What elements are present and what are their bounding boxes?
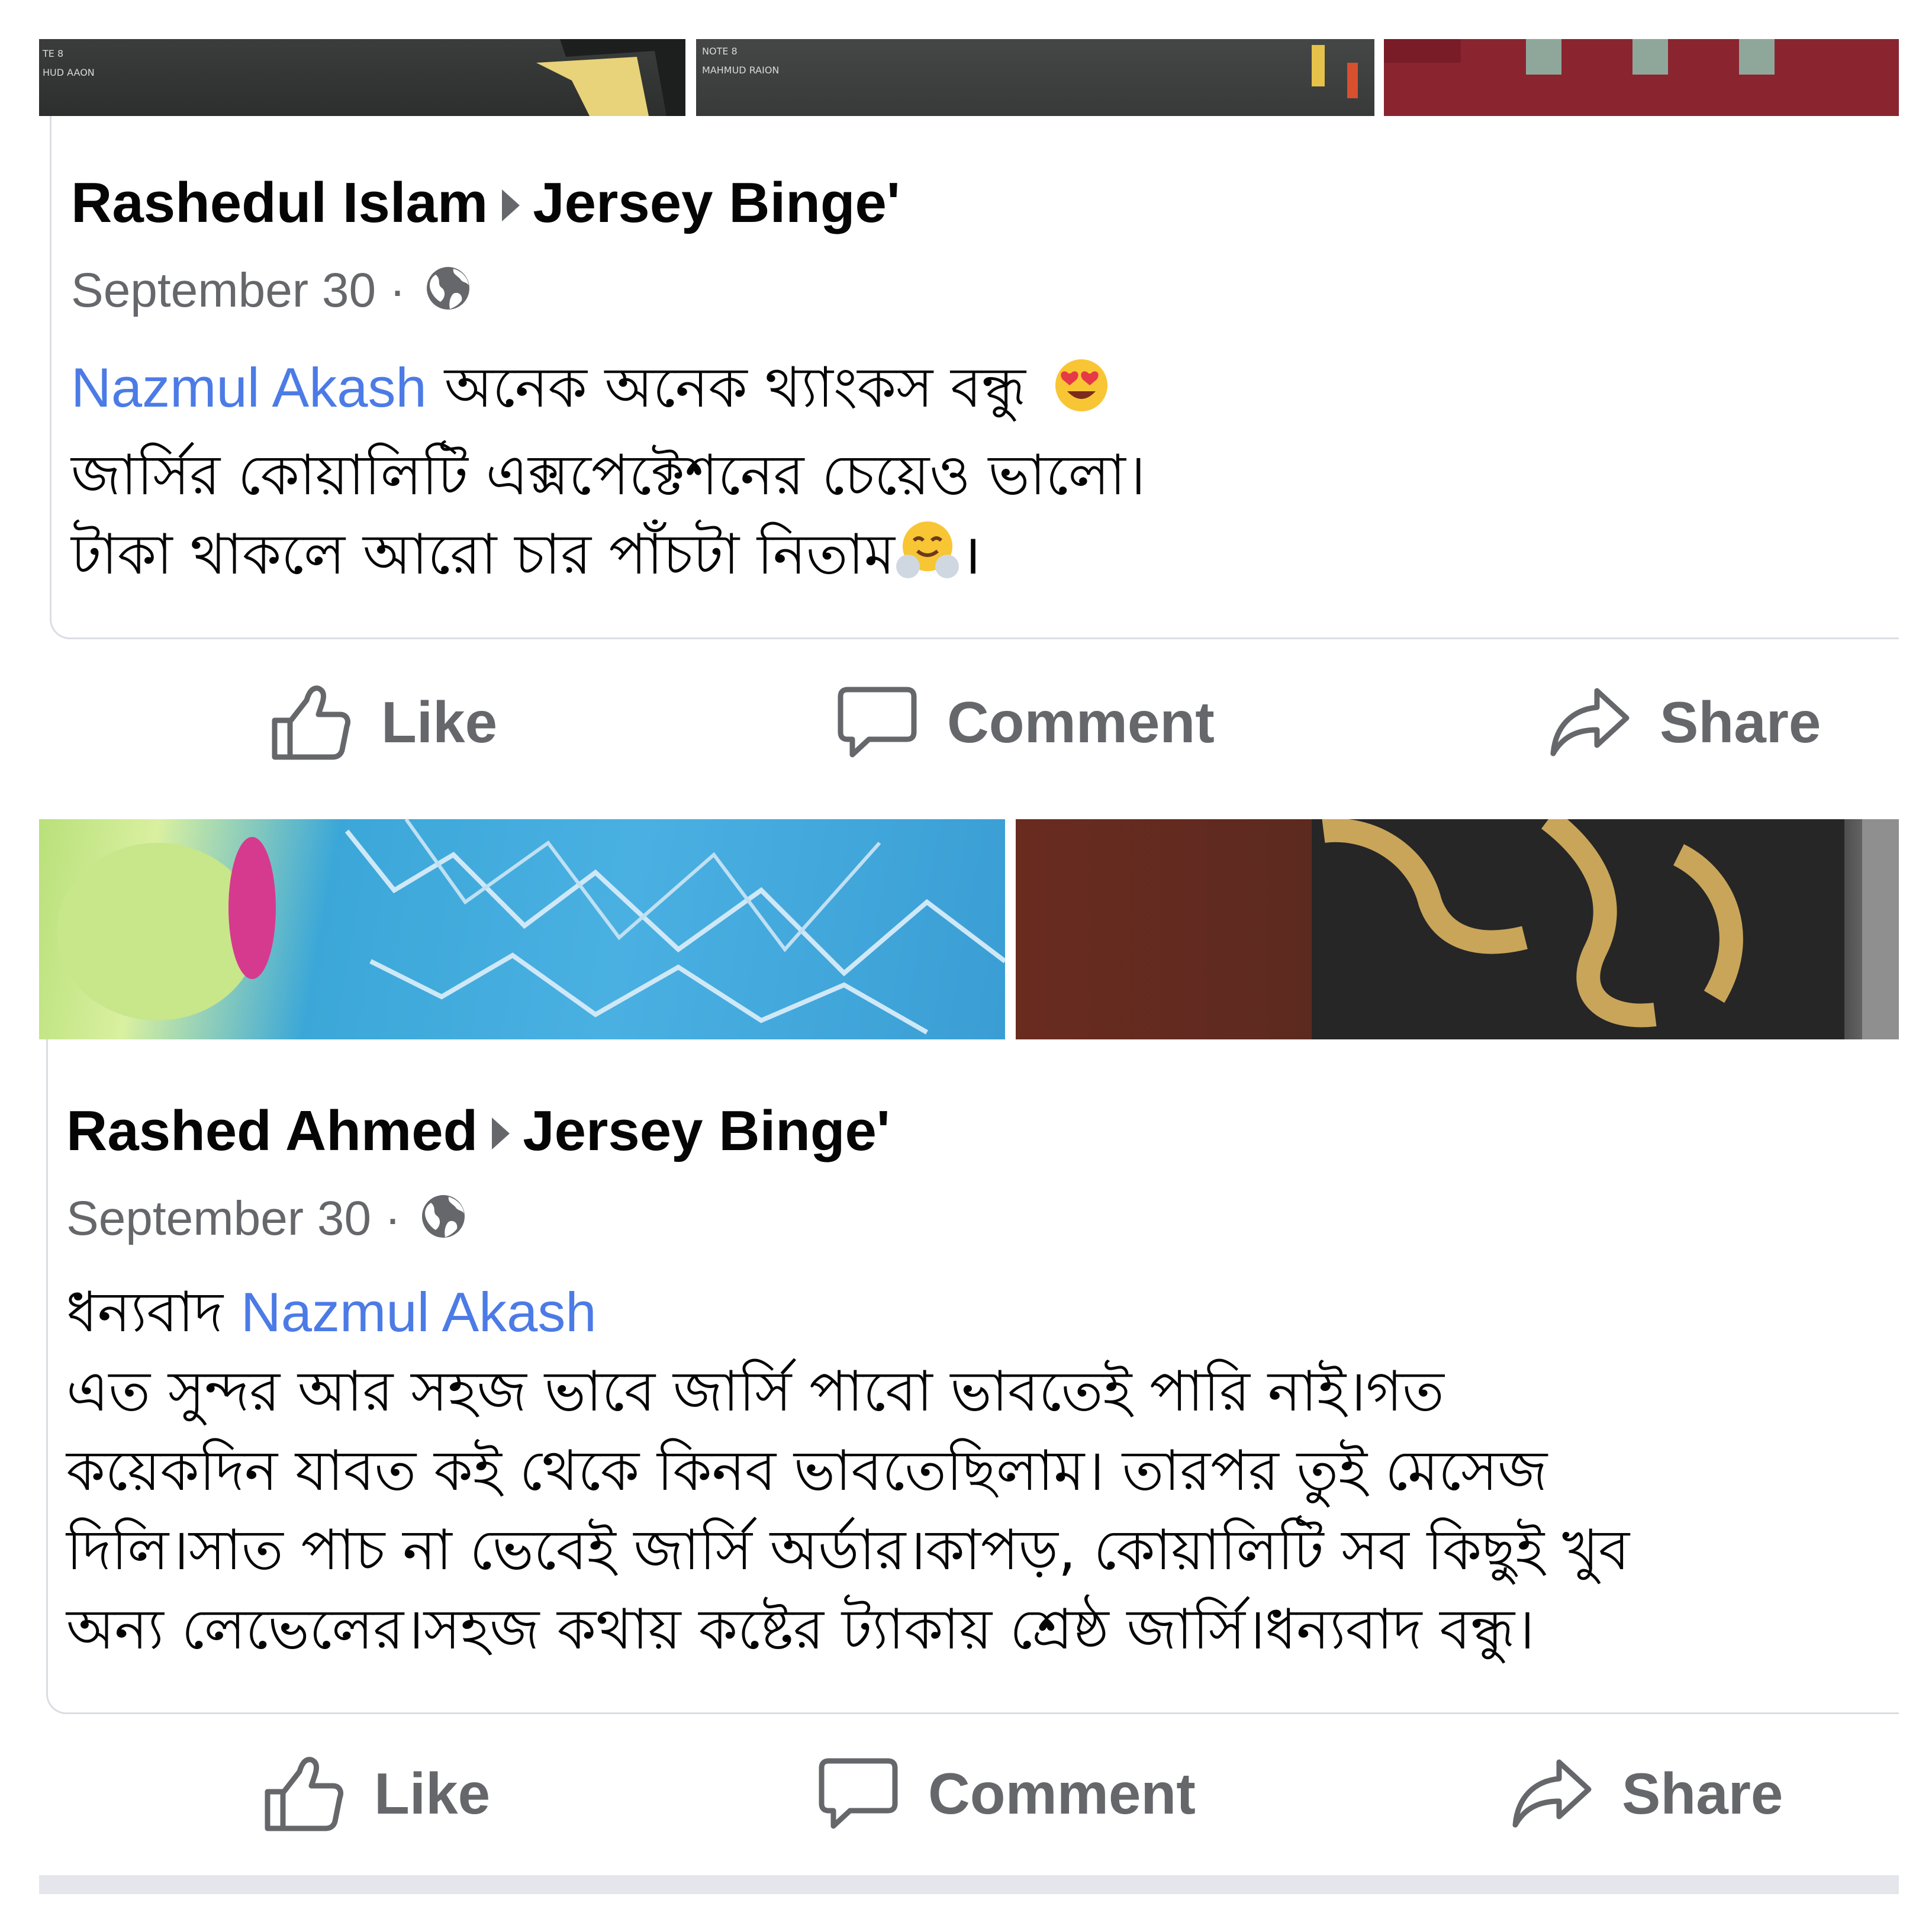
post-header: Rashedul Islam Jersey Binge' xyxy=(71,170,900,240)
post-image-jersey-blue[interactable] xyxy=(39,819,1005,1039)
post-image-jersey-black-gold[interactable] xyxy=(1016,819,1899,1039)
post-date[interactable]: September 30 · xyxy=(71,263,419,317)
share-arrow-icon xyxy=(1512,1759,1592,1828)
post-header: Rashed Ahmed Jersey Binge' xyxy=(66,1099,890,1168)
comment-bubble-icon xyxy=(838,687,917,758)
thumbs-up-icon xyxy=(272,685,350,760)
heart-eyes-emoji-icon xyxy=(1052,356,1111,436)
text-segment: টাকা থাকলে আরো চার পাঁচটা নিতাম xyxy=(71,523,895,587)
svg-text:MAHMUD RAION: MAHMUD RAION xyxy=(702,65,779,76)
comment-bubble-icon xyxy=(819,1758,898,1829)
post-text: ধন্যবাদ Nazmul Akash এত সুন্দর আর সহজ ভা… xyxy=(66,1273,1630,1670)
post-actions: Like Comment Share xyxy=(0,1746,1932,1841)
jersey-graphic xyxy=(1384,39,1775,75)
text-segment: । xyxy=(959,523,981,587)
like-label: Like xyxy=(381,689,498,755)
svg-text:NOTE 8: NOTE 8 xyxy=(702,46,738,57)
mention-link[interactable]: Nazmul Akash xyxy=(71,356,427,418)
post-actions: Like Comment Share xyxy=(0,675,1932,769)
share-label: Share xyxy=(1660,689,1821,755)
share-arrow-icon xyxy=(1550,688,1630,756)
group-name[interactable]: Jersey Binge' xyxy=(533,171,900,234)
like-button[interactable]: Like xyxy=(270,675,497,769)
group-name[interactable]: Jersey Binge' xyxy=(523,1099,890,1163)
caret-right-icon xyxy=(488,1103,512,1168)
post-image-jersey-maroon[interactable] xyxy=(1384,39,1899,116)
text-line: অন্য লেভেলের।সহজ কথায় কষ্টের ট্যাকায় শ… xyxy=(66,1598,1535,1662)
comment-label: Comment xyxy=(947,689,1215,755)
text-line: জার্সির কোয়ালিটি এক্সপেক্টেশনের চেয়েও … xyxy=(71,443,1146,508)
text-line: এত সুন্দর আর সহজ ভাবে জার্সি পাবো ভাবতেই… xyxy=(66,1360,1444,1424)
share-button[interactable]: Share xyxy=(1548,675,1821,769)
jersey-graphic xyxy=(1312,819,1899,1039)
text-line: Nazmul Akash অনেক অনেক থ্যাংকস বন্ধু xyxy=(71,348,1145,436)
like-button[interactable]: Like xyxy=(263,1746,490,1841)
post-images-strip[interactable] xyxy=(39,819,1899,1039)
text-line: দিলি।সাত পাচ না ভেবেই জার্সি অর্ডার।কাপড… xyxy=(66,1518,1630,1583)
thumbs-up-icon xyxy=(265,1757,343,1831)
mention-link[interactable]: Nazmul Akash xyxy=(241,1281,597,1343)
author-name[interactable]: Rashedul Islam xyxy=(71,171,488,234)
post-images-strip[interactable]: TE 8 HUD AAON NOTE 8 MAHMUD RAION xyxy=(39,39,1899,116)
svg-text:HUD AAON: HUD AAON xyxy=(43,67,95,78)
text-line: টাকা থাকলে আরো চার পাঁচটা নিতাম । xyxy=(71,516,1145,603)
post-image-jersey-black-1[interactable]: TE 8 HUD AAON xyxy=(39,39,685,116)
share-button[interactable]: Share xyxy=(1511,1746,1783,1841)
globe-icon xyxy=(424,264,472,324)
jersey-graphic: TE 8 HUD AAON xyxy=(42,39,685,116)
like-label: Like xyxy=(374,1760,491,1826)
jersey-graphic: NOTE 8 MAHMUD RAION xyxy=(702,45,1358,98)
post-image-jersey-black-2[interactable]: NOTE 8 MAHMUD RAION xyxy=(696,39,1374,116)
post-date[interactable]: September 30 · xyxy=(66,1192,414,1245)
text-line: কয়েকদিন যাবত কই থেকে কিনব ভাবতেছিলাম। ত… xyxy=(66,1439,1548,1503)
feed-divider xyxy=(39,1875,1899,1894)
globe-icon xyxy=(419,1192,468,1252)
caret-right-icon xyxy=(498,175,522,240)
comment-button[interactable]: Comment xyxy=(817,1746,1196,1841)
post-meta: September 30 · xyxy=(71,263,472,324)
text-segment: অনেক অনেক থ্যাংকস বন্ধু xyxy=(426,356,1044,420)
post-text: Nazmul Akash অনেক অনেক থ্যাংকস বন্ধু জার… xyxy=(71,348,1145,603)
comment-button[interactable]: Comment xyxy=(836,675,1215,769)
share-label: Share xyxy=(1622,1760,1783,1826)
hugging-emoji-icon xyxy=(895,517,960,603)
author-name[interactable]: Rashed Ahmed xyxy=(66,1099,478,1163)
comment-label: Comment xyxy=(928,1760,1196,1826)
text-line: ধন্যবাদ Nazmul Akash xyxy=(66,1273,1630,1353)
post-meta: September 30 · xyxy=(66,1191,468,1252)
jersey-graphic xyxy=(57,819,1005,1035)
text-segment: ধন্যবাদ xyxy=(66,1280,241,1345)
svg-text:TE 8: TE 8 xyxy=(42,48,63,59)
